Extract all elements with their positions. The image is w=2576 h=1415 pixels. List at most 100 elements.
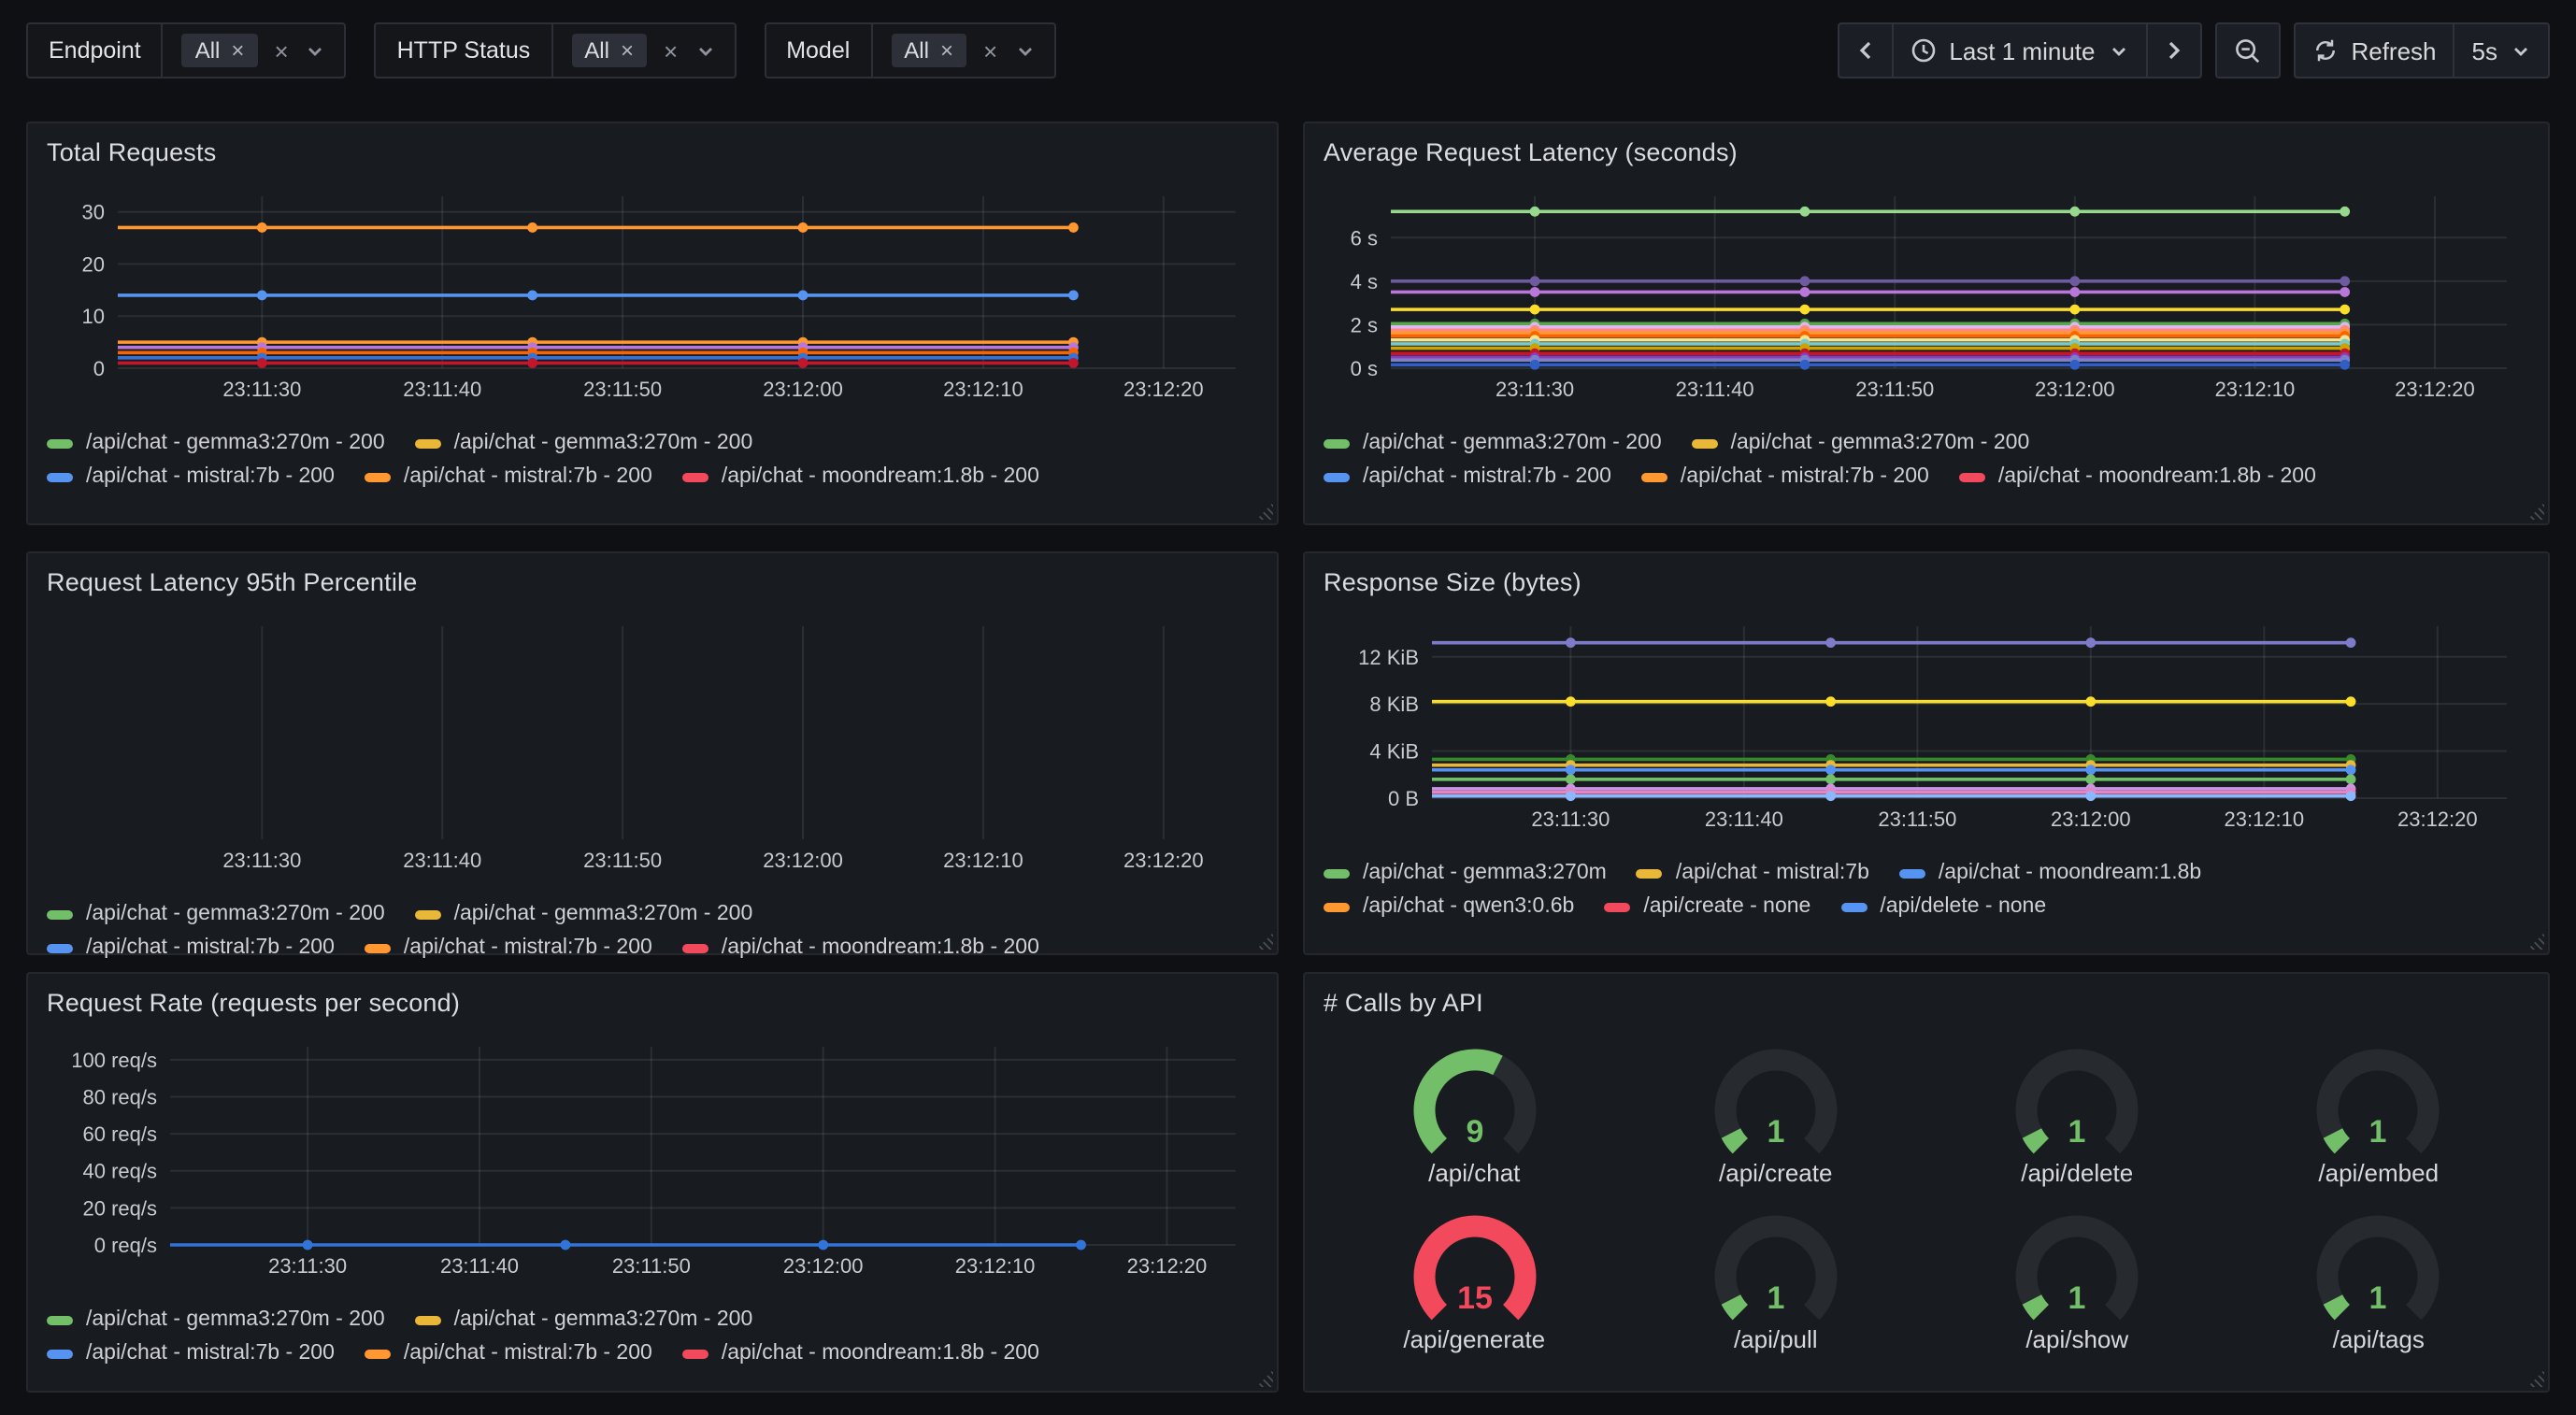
line-chart[interactable]: 23:11:3023:11:4023:11:5023:12:0023:12:10… (47, 181, 1258, 409)
chip-remove-icon[interactable]: × (621, 39, 634, 62)
line-chart[interactable]: 23:11:3023:11:4023:11:5023:12:0023:12:10… (1324, 181, 2529, 409)
gauge-fill (2334, 1134, 2343, 1147)
chip-remove-icon[interactable]: × (940, 39, 953, 62)
refresh-button[interactable]: Refresh (2295, 24, 2453, 77)
data-point (2340, 287, 2350, 297)
chart-canvas[interactable]: 23:11:3023:11:4023:11:5023:12:0023:12:10… (47, 1032, 1258, 1295)
line-chart[interactable]: 23:11:3023:11:4023:11:5023:12:0023:12:10… (47, 1032, 1258, 1286)
time-range-picker-button[interactable]: Last 1 minute (1891, 24, 2145, 77)
chip-remove-icon[interactable]: × (231, 39, 244, 62)
legend-item[interactable]: /api/chat - moondream:1.8b - 200 (1959, 465, 2316, 488)
legend-item[interactable]: /api/chat - gemma3:270m - 200 (1324, 432, 1662, 454)
chevron-down-icon[interactable] (694, 40, 715, 61)
panel-title: # Calls by API (1324, 989, 2529, 1017)
legend-item[interactable]: /api/chat - gemma3:270m - 200 (415, 432, 753, 454)
y-axis-tick-label: 30 (82, 201, 105, 224)
legend-item[interactable]: /api/chat - moondream:1.8b (1899, 862, 2201, 884)
legend-series-color (415, 1315, 441, 1324)
legend-row: /api/chat - gemma3:270m - 200/api/chat -… (47, 432, 1258, 454)
chart-canvas[interactable]: 23:11:3023:11:4023:11:5023:12:0023:12:10… (47, 611, 1258, 890)
chip-label: All (584, 37, 609, 64)
filter-http-status-chip[interactable]: All × (571, 34, 647, 67)
panel-resize-handle[interactable] (2527, 933, 2544, 950)
legend-item[interactable]: /api/chat - moondream:1.8b - 200 (682, 936, 1039, 959)
legend-item[interactable]: /api/chat - qwen3:0.6b (1324, 895, 1574, 918)
legend-row: /api/chat - gemma3:270m/api/chat - mistr… (1324, 862, 2529, 884)
legend-item[interactable]: /api/chat - moondream:1.8b - 200 (682, 1342, 1039, 1365)
legend-item[interactable]: /api/chat - mistral:7b - 200 (365, 936, 652, 959)
data-point (1825, 765, 1836, 775)
time-zoom-out-button[interactable] (2216, 24, 2278, 77)
data-point (818, 1240, 828, 1251)
panel-resize-handle[interactable] (1256, 503, 1273, 520)
gauge: 1 (2300, 1202, 2457, 1336)
panel-resize-handle[interactable] (2527, 1370, 2544, 1387)
filter-clear-icon[interactable]: × (664, 38, 678, 63)
x-axis-tick-label: 23:11:50 (583, 378, 662, 401)
legend-item[interactable]: /api/chat - gemma3:270m - 200 (47, 1308, 385, 1331)
legend-row: /api/chat - mistral:7b - 200/api/chat - … (1324, 465, 2529, 488)
legend-item[interactable]: /api/chat - gemma3:270m - 200 (47, 432, 385, 454)
panel-resize-handle[interactable] (2527, 503, 2544, 520)
time-shift-forward-button[interactable] (2145, 24, 2199, 77)
legend-item[interactable]: /api/chat - mistral:7b - 200 (47, 1342, 335, 1365)
legend-item[interactable]: /api/chat - mistral:7b - 200 (47, 936, 335, 959)
gauge-label: /api/create (1719, 1159, 1832, 1187)
data-point (2340, 276, 2350, 286)
legend-item[interactable]: /api/chat - gemma3:270m - 200 (47, 903, 385, 925)
chart-canvas[interactable]: 23:11:3023:11:4023:11:5023:12:0023:12:10… (47, 181, 1258, 419)
filter-model-chip[interactable]: All × (891, 34, 966, 67)
legend-item[interactable]: /api/chat - mistral:7b - 200 (47, 465, 335, 488)
dashboard: Endpoint All × × HTTP Status All × × (0, 0, 2576, 1415)
legend-series-color (1324, 472, 1350, 481)
legend-item[interactable]: /api/chat - gemma3:270m (1324, 862, 1607, 884)
legend-series-label: /api/chat - gemma3:270m - 200 (454, 432, 753, 454)
legend-item[interactable]: /api/chat - mistral:7b - 200 (365, 465, 652, 488)
filter-model-value[interactable]: All × × (872, 24, 1053, 77)
filter-clear-icon[interactable]: × (274, 38, 288, 63)
chevron-down-icon[interactable] (306, 40, 326, 61)
legend-item[interactable]: /api/chat - gemma3:270m - 200 (415, 1308, 753, 1331)
data-point (1800, 360, 1810, 370)
legend-item[interactable]: /api/chat - mistral:7b - 200 (1641, 465, 1929, 488)
chart-canvas[interactable]: 23:11:3023:11:4023:11:5023:12:0023:12:10… (1324, 611, 2529, 849)
legend-item[interactable]: /api/chat - mistral:7b (1637, 862, 1869, 884)
filter-endpoint-value[interactable]: All × × (164, 24, 345, 77)
x-axis-tick-label: 23:12:20 (2395, 378, 2475, 401)
data-point (1825, 637, 1836, 648)
data-point (2340, 207, 2350, 217)
data-point (2346, 774, 2356, 784)
gauge: 1 (1697, 1202, 1854, 1336)
legend-row: /api/chat - gemma3:270m - 200/api/chat -… (1324, 432, 2529, 454)
filter-endpoint-chip[interactable]: All × (182, 34, 258, 67)
line-chart[interactable]: 23:11:3023:11:4023:11:5023:12:0023:12:10… (1324, 611, 2529, 839)
legend-item[interactable]: /api/chat - gemma3:270m - 200 (415, 903, 753, 925)
legend-series-color (365, 943, 391, 952)
panel-resize-handle[interactable] (1256, 1370, 1273, 1387)
gauge-label: /api/chat (1428, 1159, 1520, 1187)
refresh-interval-button[interactable]: 5s (2454, 24, 2548, 77)
legend-item[interactable]: /api/delete - none (1840, 895, 2046, 918)
zoom-out-group (2214, 22, 2280, 79)
legend-item[interactable]: /api/chat - mistral:7b - 200 (1324, 465, 1611, 488)
chart-canvas[interactable]: 23:11:3023:11:4023:11:5023:12:0023:12:10… (1324, 181, 2529, 419)
panel-resize-handle[interactable] (1256, 933, 1273, 950)
time-shift-back-button[interactable] (1839, 24, 1891, 77)
legend-item[interactable]: /api/chat - gemma3:270m - 200 (1692, 432, 2030, 454)
data-point (798, 291, 809, 301)
filter-clear-icon[interactable]: × (983, 38, 997, 63)
legend-item[interactable]: /api/chat - moondream:1.8b - 200 (682, 465, 1039, 488)
x-axis-tick-label: 23:12:10 (943, 849, 1023, 872)
legend-series-label: /api/chat - moondream:1.8b (1939, 862, 2201, 884)
legend-series-label: /api/delete - none (1880, 895, 2046, 918)
chevron-down-icon[interactable] (1014, 40, 1035, 61)
y-axis-tick-label: 10 (82, 305, 105, 328)
filter-http-status-value[interactable]: All × × (552, 24, 734, 77)
data-point (2346, 637, 2356, 648)
line-chart[interactable]: 23:11:3023:11:4023:11:5023:12:0023:12:10… (47, 611, 1258, 880)
legend-item[interactable]: /api/create - none (1604, 895, 1810, 918)
gauge-label: /api/generate (1403, 1325, 1545, 1353)
legend-item[interactable]: /api/chat - mistral:7b - 200 (365, 1342, 652, 1365)
x-axis-tick-label: 23:12:20 (1123, 378, 1204, 401)
gauge: 1 (1998, 1036, 2155, 1170)
